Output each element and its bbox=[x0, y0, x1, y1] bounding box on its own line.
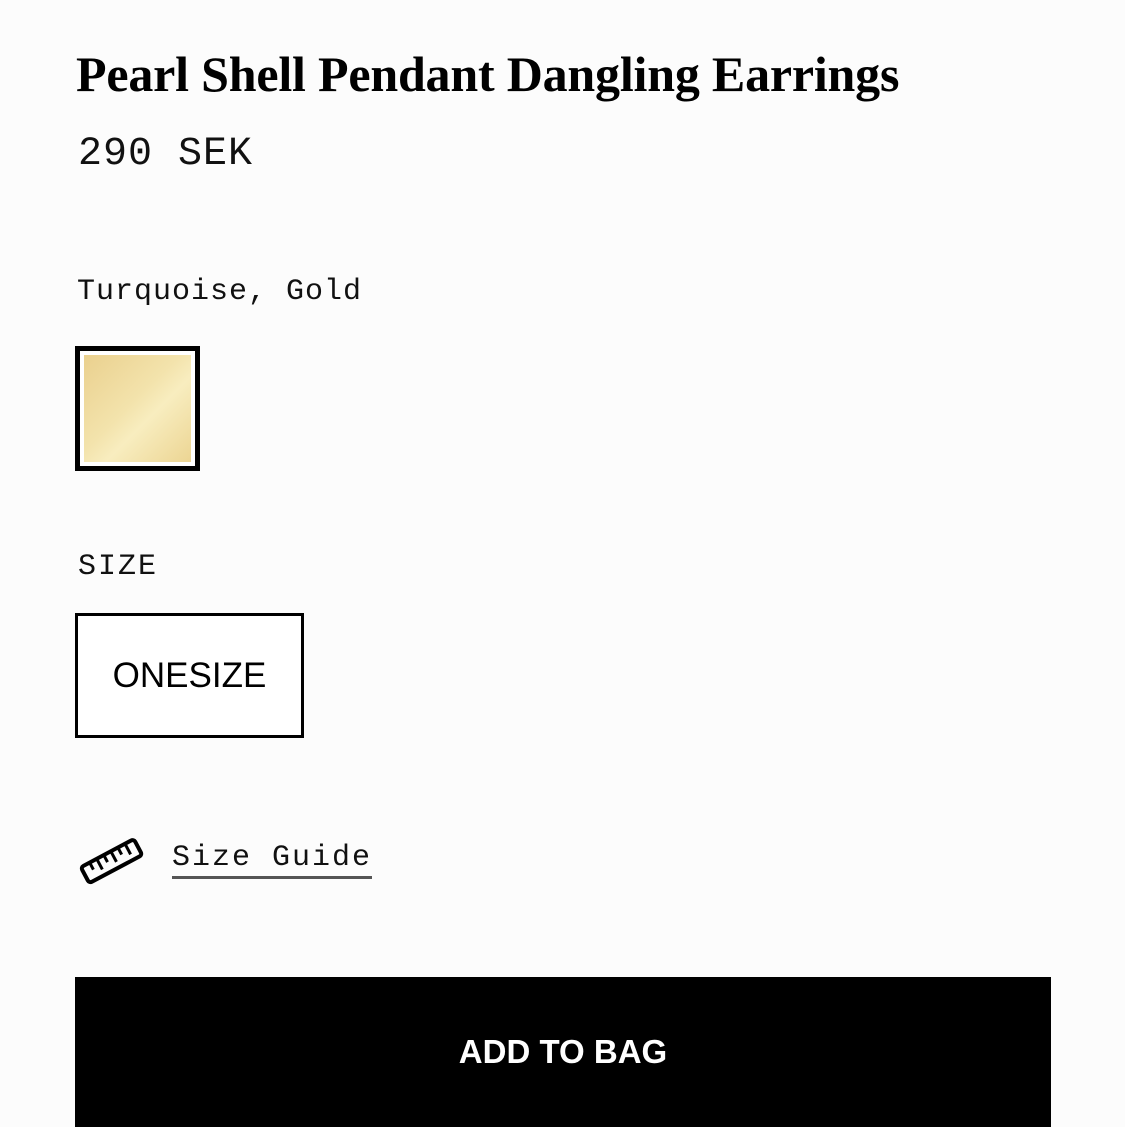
color-swatch-fill bbox=[84, 355, 191, 462]
size-option-onesize[interactable]: ONESIZE bbox=[75, 613, 304, 738]
size-guide-label: Size Guide bbox=[172, 840, 373, 879]
size-guide-link[interactable]: Size Guide bbox=[78, 832, 373, 892]
color-name-label: Turquoise, Gold bbox=[77, 275, 363, 309]
size-label: SIZE bbox=[78, 550, 159, 584]
add-to-bag-button[interactable]: ADD TO BAG bbox=[75, 977, 1051, 1127]
product-detail-panel: Pearl Shell Pendant Dangling Earrings 29… bbox=[0, 0, 1125, 1127]
product-price: 290 SEK bbox=[78, 132, 254, 177]
ruler-icon bbox=[79, 838, 144, 885]
color-swatch-gold[interactable] bbox=[75, 346, 200, 471]
product-title: Pearl Shell Pendant Dangling Earrings bbox=[76, 46, 900, 102]
